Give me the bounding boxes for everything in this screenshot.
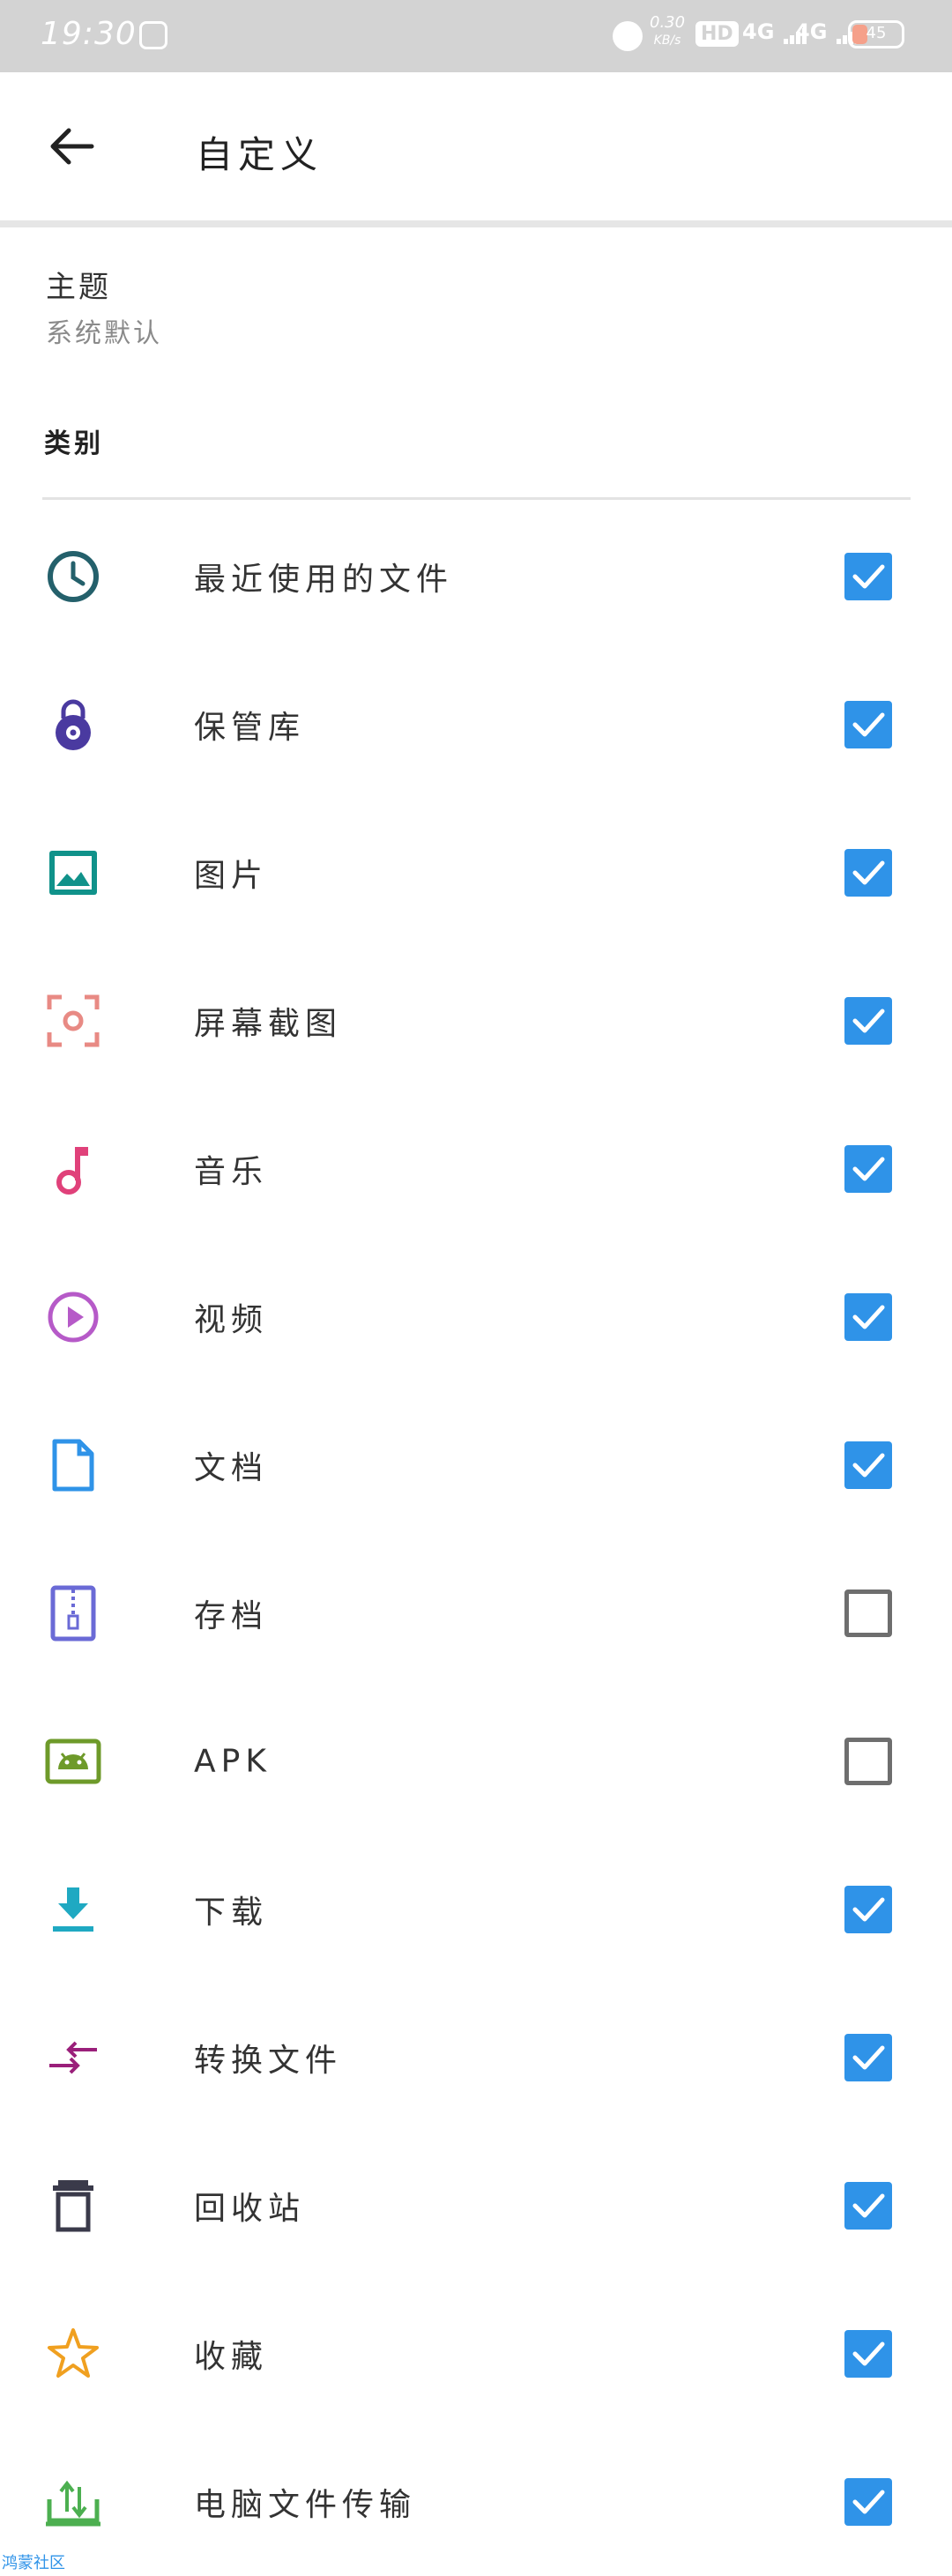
app-bar-divider <box>0 220 952 227</box>
category-checkbox[interactable] <box>844 2478 892 2526</box>
category-row-trash[interactable]: 回收站 <box>0 2132 952 2280</box>
hd-badge: HD <box>695 21 739 47</box>
category-label: 电脑文件传输 <box>194 2487 417 2523</box>
network-speed: 0.30 KB/s <box>650 14 685 49</box>
category-label: 图片 <box>194 858 269 894</box>
category-checkbox[interactable] <box>844 1738 892 1785</box>
category-label: 文档 <box>194 1450 269 1486</box>
category-row-convert-arrows[interactable]: 转换文件 <box>0 1984 952 2132</box>
lock-icon <box>56 699 91 750</box>
category-label: 转换文件 <box>194 2043 343 2079</box>
category-label: 下载 <box>194 1895 269 1931</box>
category-checkbox[interactable] <box>844 1441 892 1489</box>
status-time: 19:30 <box>41 16 137 52</box>
category-checkbox[interactable] <box>844 1590 892 1637</box>
star-icon <box>48 2328 99 2378</box>
arrow-left-icon <box>50 128 94 165</box>
category-label: APK <box>194 1743 271 1780</box>
category-row-lock[interactable]: 保管库 <box>0 651 952 799</box>
category-checkbox[interactable] <box>844 701 892 748</box>
back-button[interactable] <box>46 120 99 173</box>
category-checkbox[interactable] <box>844 849 892 897</box>
category-row-screenshot[interactable]: 屏幕截图 <box>0 947 952 1095</box>
category-row-document[interactable]: 文档 <box>0 1391 952 1539</box>
category-checkbox[interactable] <box>844 1293 892 1341</box>
category-label: 保管库 <box>194 710 306 746</box>
clock-icon <box>48 551 99 602</box>
category-label: 屏幕截图 <box>194 1006 343 1042</box>
download-icon <box>53 1887 93 1932</box>
music-note-icon <box>56 1147 88 1195</box>
theme-value: 系统默认 <box>46 318 162 349</box>
category-label: 音乐 <box>194 1154 269 1190</box>
network-speed-value: 0.30 <box>650 13 686 32</box>
section-title-categories: 类别 <box>44 428 104 459</box>
category-row-clock[interactable]: 最近使用的文件 <box>0 503 952 651</box>
pc-transfer-icon <box>46 2480 100 2527</box>
category-label: 存档 <box>194 1598 269 1634</box>
section-divider <box>42 497 911 500</box>
category-row-android[interactable]: APK <box>0 1687 952 1835</box>
convert-arrows-icon <box>49 2041 97 2074</box>
category-checkbox[interactable] <box>844 2034 892 2081</box>
category-row-play-circle[interactable]: 视频 <box>0 1243 952 1391</box>
archive-icon <box>50 1585 96 1642</box>
page-title: 自定义 <box>196 133 324 176</box>
battery-level: 45 <box>866 24 887 42</box>
screenshot-icon <box>47 994 100 1047</box>
category-checkbox[interactable] <box>844 2182 892 2230</box>
signal-2-label: 4G <box>795 19 828 44</box>
network-speed-unit: KB/s <box>653 34 681 48</box>
watermark: 鸿蒙社区 <box>2 2554 65 2572</box>
category-checkbox[interactable] <box>844 553 892 600</box>
theme-label: 主题 <box>46 270 111 305</box>
category-label: 收藏 <box>194 2339 269 2375</box>
play-circle-icon <box>48 1292 99 1343</box>
app-bar: 自定义 <box>0 72 952 222</box>
category-row-star[interactable]: 收藏 <box>0 2280 952 2428</box>
category-checkbox[interactable] <box>844 1886 892 1933</box>
category-row-music-note[interactable]: 音乐 <box>0 1095 952 1243</box>
category-row-pc-transfer[interactable]: 电脑文件传输 <box>0 2428 952 2576</box>
trash-icon <box>53 2180 93 2232</box>
notification-app-icon <box>139 21 167 49</box>
category-checkbox[interactable] <box>844 2330 892 2378</box>
android-icon <box>45 1738 101 1784</box>
category-row-archive[interactable]: 存档 <box>0 1539 952 1687</box>
category-row-image[interactable]: 图片 <box>0 799 952 947</box>
signal-1-label: 4G <box>742 19 775 44</box>
category-label: 视频 <box>194 1302 269 1338</box>
category-label: 最近使用的文件 <box>194 562 454 598</box>
battery-icon: 45 <box>848 20 904 48</box>
theme-setting[interactable]: 主题 系统默认 <box>46 263 162 350</box>
alarm-icon <box>613 21 643 51</box>
category-row-download[interactable]: 下载 <box>0 1835 952 1984</box>
status-bar: 19:30 0.30 KB/s HD 4G 4G 45 <box>0 0 952 72</box>
category-checkbox[interactable] <box>844 1145 892 1193</box>
category-checkbox[interactable] <box>844 997 892 1045</box>
category-label: 回收站 <box>194 2191 306 2227</box>
image-icon <box>49 851 97 895</box>
document-icon <box>52 1439 94 1492</box>
